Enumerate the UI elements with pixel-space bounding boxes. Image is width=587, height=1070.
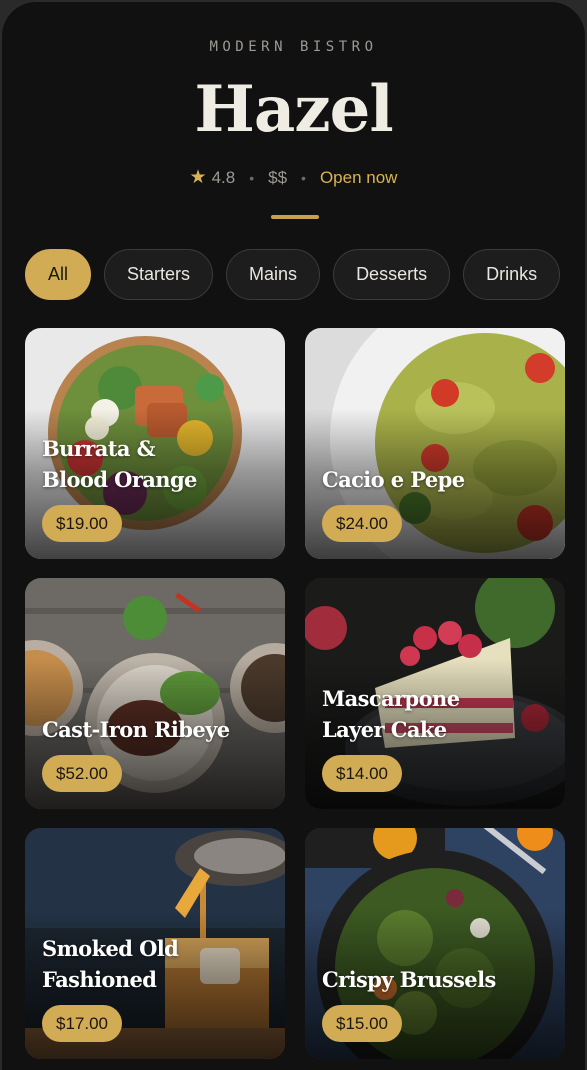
price-badge: $19.00: [42, 505, 122, 542]
filter-chip-drinks[interactable]: Drinks: [463, 249, 561, 300]
star-icon: ★: [189, 167, 207, 188]
restaurant-name: Hazel: [194, 72, 393, 147]
dish-name: Cacio e Pepe: [322, 433, 553, 495]
dish-name: Smoked Old Fashioned: [42, 933, 273, 995]
menu-card[interactable]: Smoked Old Fashioned $17.00: [25, 828, 285, 1059]
menu-card[interactable]: Cacio e Pepe $24.00: [305, 328, 565, 559]
price-badge: $15.00: [322, 1005, 402, 1042]
dish-name-line: Layer Cake: [322, 717, 447, 742]
dish-name-line: Blood Orange: [42, 467, 197, 492]
dish-name-line: Cast-Iron Ribeye: [42, 717, 230, 742]
filter-chip-mains[interactable]: Mains: [226, 249, 321, 300]
dish-name-line: Burrata &: [42, 436, 156, 461]
open-status: Open now: [319, 167, 398, 187]
dish-name: Burrata & Blood Orange: [42, 433, 273, 495]
rating-value: 4.8: [211, 167, 236, 187]
app-screen: MODERN BISTRO Hazel ★ 4.8 • $$ • Open no…: [0, 0, 587, 1070]
dish-name-line: Crispy Brussels: [322, 967, 496, 992]
filter-chip-starters[interactable]: Starters: [104, 249, 214, 300]
dish-name: Cast-Iron Ribeye: [42, 683, 273, 745]
dish-name: Mascarpone Layer Cake: [322, 683, 553, 745]
restaurant-category: MODERN BISTRO: [209, 39, 378, 55]
dish-name: Crispy Brussels: [322, 933, 553, 995]
dish-name-line: Cacio e Pepe: [322, 467, 465, 492]
filter-chip-all[interactable]: All: [25, 249, 92, 300]
separator-dot: •: [301, 169, 306, 186]
dish-name-line: Fashioned: [42, 967, 157, 992]
menu-card[interactable]: Cast-Iron Ribeye $52.00: [25, 578, 285, 809]
dish-name-line: Mascarpone: [322, 686, 460, 711]
category-filter-bar: All Starters Mains Desserts Drinks: [25, 249, 585, 301]
price-badge: $14.00: [322, 755, 402, 792]
dish-name-line: Smoked Old: [42, 936, 179, 961]
header-divider: [271, 215, 319, 219]
filter-chip-desserts[interactable]: Desserts: [333, 249, 451, 300]
menu-card[interactable]: Crispy Brussels $15.00: [305, 828, 565, 1059]
price-badge: $52.00: [42, 755, 122, 792]
price-level: $$: [268, 167, 288, 187]
separator-dot: •: [249, 169, 255, 186]
menu-card[interactable]: Mascarpone Layer Cake $14.00: [305, 578, 565, 809]
price-badge: $17.00: [42, 1005, 122, 1042]
restaurant-meta: ★ 4.8 • $$ • Open now: [2, 166, 585, 189]
menu-card[interactable]: Burrata & Blood Orange $19.00: [25, 328, 285, 559]
menu-grid: Burrata & Blood Orange $19.00 Cacio e Pe…: [25, 328, 565, 1059]
price-badge: $24.00: [322, 505, 402, 542]
